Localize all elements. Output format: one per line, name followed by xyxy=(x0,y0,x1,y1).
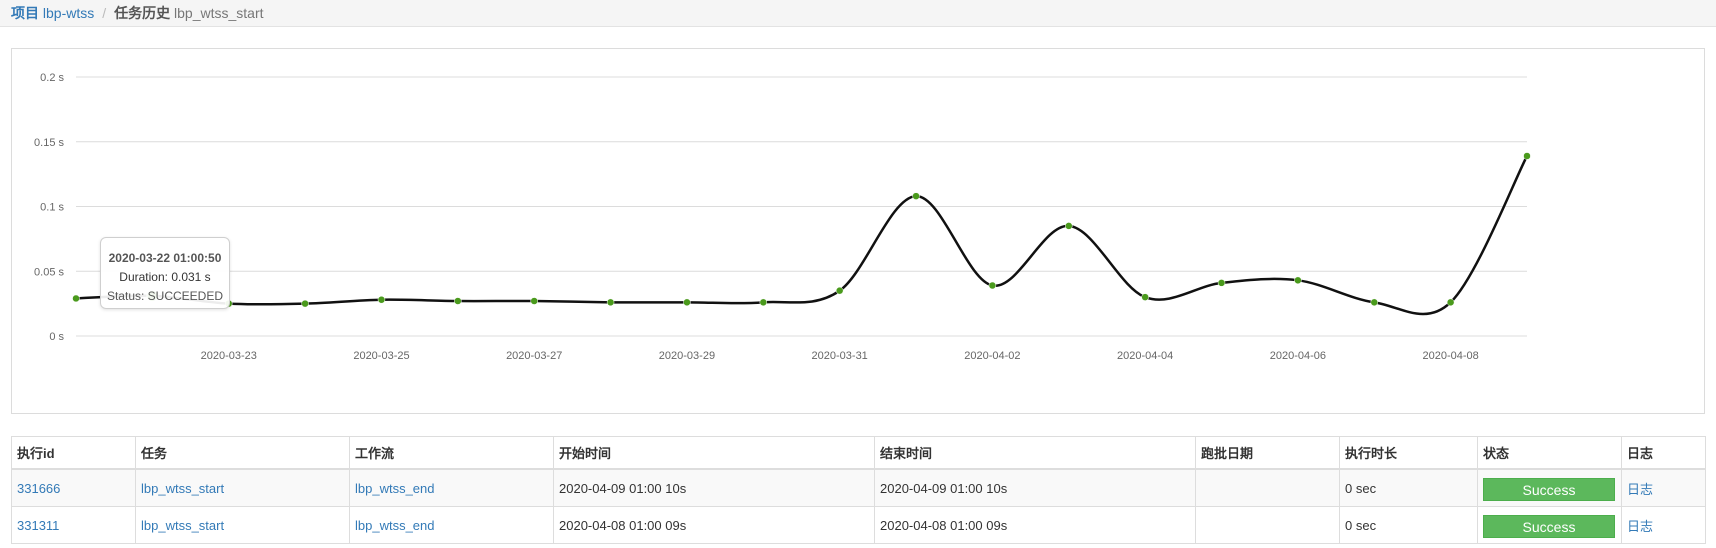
y-tick-label: 0 s xyxy=(49,331,64,343)
breadcrumb-history-label: 任务历史 xyxy=(114,5,171,21)
breadcrumb-project-label: 项目 xyxy=(11,5,39,21)
cell-exec-id: 331666 xyxy=(11,468,136,507)
data-point xyxy=(988,281,997,290)
cell-flow: lbp_wtss_end xyxy=(349,506,554,544)
data-point xyxy=(759,298,768,307)
log-link[interactable]: 日志 xyxy=(1627,482,1653,497)
data-point xyxy=(1370,298,1379,307)
cell-start-time: 2020-04-09 01:00 10s xyxy=(553,468,875,507)
header-flow[interactable]: 工作流 xyxy=(349,436,554,470)
x-tick-label: 2020-04-06 xyxy=(1270,350,1326,362)
header-start-time[interactable]: 开始时间 xyxy=(553,436,875,470)
x-tick-label: 2020-03-31 xyxy=(812,350,868,362)
header-status[interactable]: 状态 xyxy=(1477,436,1622,470)
data-point xyxy=(1523,152,1531,160)
x-tick-label: 2020-03-23 xyxy=(201,350,257,362)
data-point xyxy=(1141,293,1149,301)
status-badge[interactable]: Success xyxy=(1483,515,1615,538)
data-point xyxy=(1446,298,1455,307)
x-tick-label: 2020-04-02 xyxy=(964,350,1020,362)
cell-log: 日志 xyxy=(1621,506,1706,544)
header-job[interactable]: 任务 xyxy=(135,436,350,470)
table-header-row: 执行id 任务 工作流 开始时间 结束时间 跑批日期 执行时长 状态 日志 xyxy=(11,436,1706,470)
y-tick-label: 0.05 s xyxy=(34,266,64,278)
header-duration[interactable]: 执行时长 xyxy=(1339,436,1478,470)
cell-duration: 0 sec xyxy=(1339,506,1478,544)
cell-job: lbp_wtss_start xyxy=(135,506,350,544)
breadcrumb-current: 任务历史 lbp_wtss_start xyxy=(114,5,263,21)
data-point xyxy=(912,192,920,200)
data-point xyxy=(1217,279,1226,287)
breadcrumb-project-name: lbp-wtss xyxy=(42,5,95,21)
chart-tooltip: 2020-03-22 01:00:50 Duration: 0.031 s St… xyxy=(100,237,230,309)
cell-end-time: 2020-04-08 01:00 09s xyxy=(874,506,1196,544)
table-row: 331666 lbp_wtss_start lbp_wtss_end 2020-… xyxy=(11,468,1706,507)
series-line xyxy=(75,155,1529,316)
cell-log: 日志 xyxy=(1621,468,1706,507)
cell-status: Success xyxy=(1477,506,1622,544)
job-link[interactable]: lbp_wtss_start xyxy=(141,481,224,496)
data-point xyxy=(530,297,538,305)
header-batch-date[interactable]: 跑批日期 xyxy=(1195,436,1340,470)
data-point xyxy=(301,299,309,308)
duration-line-chart[interactable]: 0 s 0.05 s 0.1 s 0.15 s 0.2 s 2020-03-23 2020-… xyxy=(12,49,1704,413)
history-table: 执行id 任务 工作流 开始时间 结束时间 跑批日期 执行时长 状态 日志 33… xyxy=(11,436,1706,544)
history-table-wrap: 执行id 任务 工作流 开始时间 结束时间 跑批日期 执行时长 状态 日志 33… xyxy=(11,436,1706,544)
tooltip-duration: Duration: 0.031 s xyxy=(119,270,211,284)
cell-start-time: 2020-04-08 01:00 09s xyxy=(553,506,875,544)
cell-duration: 0 sec xyxy=(1339,468,1478,507)
cell-flow: lbp_wtss_end xyxy=(349,468,554,507)
table-row: 331311 lbp_wtss_start lbp_wtss_end 2020-… xyxy=(11,506,1706,544)
breadcrumb-job-name: lbp_wtss_start xyxy=(174,5,264,21)
header-exec-id[interactable]: 执行id xyxy=(11,436,136,470)
exec-id-link[interactable]: 331666 xyxy=(17,481,60,496)
cell-status: Success xyxy=(1477,468,1622,507)
x-tick-label: 2020-03-27 xyxy=(506,350,562,362)
breadcrumb-separator: / xyxy=(102,5,107,21)
duration-chart-panel: 0 s 0.05 s 0.1 s 0.15 s 0.2 s 2020-03-23 2020-… xyxy=(11,48,1705,414)
job-link[interactable]: lbp_wtss_start xyxy=(141,518,224,533)
log-link[interactable]: 日志 xyxy=(1627,519,1653,534)
y-tick-label: 0.2 s xyxy=(40,72,64,84)
x-tick-label: 2020-03-25 xyxy=(353,350,409,362)
cell-job: lbp_wtss_start xyxy=(135,468,350,507)
data-point xyxy=(454,297,462,305)
tooltip-status: Status: SUCCEEDED xyxy=(106,289,224,303)
y-tick-label: 0.1 s xyxy=(40,202,64,214)
data-point xyxy=(1065,222,1073,230)
breadcrumb-project-link[interactable]: 项目 lbp-wtss xyxy=(11,5,94,21)
exec-id-link[interactable]: 331311 xyxy=(17,518,59,533)
header-log[interactable]: 日志 xyxy=(1621,436,1706,470)
x-tick-label: 2020-03-29 xyxy=(659,350,715,362)
x-tick-label: 2020-04-08 xyxy=(1422,350,1478,362)
flow-link[interactable]: lbp_wtss_end xyxy=(355,518,435,533)
data-point xyxy=(683,298,691,307)
data-point xyxy=(835,286,844,295)
x-tick-label: 2020-04-04 xyxy=(1117,350,1173,362)
flow-link[interactable]: lbp_wtss_end xyxy=(355,481,435,496)
cell-end-time: 2020-04-09 01:00 10s xyxy=(874,468,1196,507)
y-tick-label: 0.15 s xyxy=(34,137,64,149)
header-end-time[interactable]: 结束时间 xyxy=(874,436,1196,470)
cell-exec-id: 331311 xyxy=(11,506,136,544)
data-point xyxy=(72,294,80,303)
cell-batch-date xyxy=(1195,506,1340,544)
cell-batch-date xyxy=(1195,468,1340,507)
data-point xyxy=(606,298,615,307)
status-badge[interactable]: Success xyxy=(1483,478,1615,501)
breadcrumb: 项目 lbp-wtss / 任务历史 lbp_wtss_start xyxy=(0,0,1716,27)
data-point xyxy=(377,295,386,304)
data-point xyxy=(1294,276,1302,285)
tooltip-title: 2020-03-22 01:00:50 xyxy=(108,251,222,265)
